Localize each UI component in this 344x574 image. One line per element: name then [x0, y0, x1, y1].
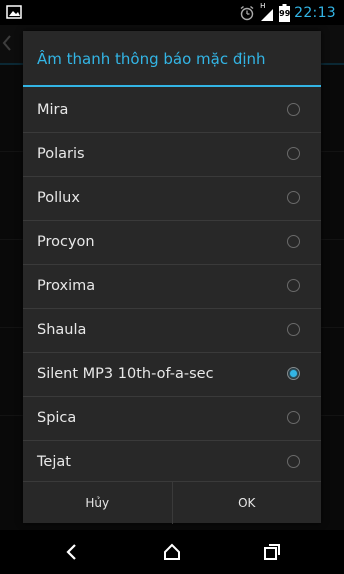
radio-button[interactable] — [287, 235, 300, 248]
ringtone-label: Spica — [37, 410, 77, 426]
radio-button[interactable] — [287, 279, 300, 292]
signal-icon: H — [259, 2, 275, 22]
ringtone-label: Mira — [37, 102, 69, 118]
ringtone-item[interactable]: Silent MP3 10th-of-a-sec — [23, 353, 321, 397]
dialog-button-bar: Hủy OK — [23, 481, 321, 524]
ringtone-label: Polaris — [37, 146, 85, 162]
status-bar: H 99 22:13 — [0, 0, 344, 25]
ok-button[interactable]: OK — [171, 482, 322, 524]
ringtone-label: Shaula — [37, 322, 87, 338]
radio-button[interactable] — [287, 103, 300, 116]
ringtone-item[interactable]: Tejat — [23, 441, 321, 481]
radio-button[interactable] — [287, 411, 300, 424]
notification-sound-dialog: Âm thanh thông báo mặc định Mira Polaris P… — [23, 31, 321, 524]
back-icon[interactable] — [61, 542, 83, 562]
status-clock: 22:13 — [294, 5, 336, 21]
dialog-title: Âm thanh thông báo mặc định — [23, 31, 321, 87]
ringtone-item[interactable]: Pollux — [23, 177, 321, 221]
recent-apps-icon[interactable] — [261, 542, 283, 562]
radio-button-checked[interactable] — [287, 367, 300, 380]
home-icon[interactable] — [161, 542, 183, 562]
ringtone-label: Procyon — [37, 234, 95, 250]
radio-button[interactable] — [287, 323, 300, 336]
radio-button[interactable] — [287, 191, 300, 204]
battery-icon: 99 — [279, 4, 290, 22]
image-icon — [6, 5, 22, 19]
navigation-bar — [0, 530, 344, 574]
ringtone-item[interactable]: Shaula — [23, 309, 321, 353]
battery-percent: 99 — [279, 9, 291, 18]
alarm-icon — [240, 5, 254, 21]
ringtone-label: Tejat — [37, 454, 71, 470]
radio-button[interactable] — [287, 147, 300, 160]
ringtone-label: Proxima — [37, 278, 96, 294]
ringtone-item[interactable]: Procyon — [23, 221, 321, 265]
ringtone-list[interactable]: Mira Polaris Pollux Procyon Proxima Shaula Sil… — [23, 89, 321, 481]
ringtone-item[interactable]: Polaris — [23, 133, 321, 177]
ringtone-label: Pollux — [37, 190, 80, 206]
ringtone-item[interactable]: Spica — [23, 397, 321, 441]
ringtone-item[interactable]: Mira — [23, 89, 321, 133]
radio-button[interactable] — [287, 455, 300, 468]
ringtone-label: Silent MP3 10th-of-a-sec — [37, 366, 214, 382]
cancel-button[interactable]: Hủy — [23, 482, 172, 524]
ringtone-item[interactable]: Proxima — [23, 265, 321, 309]
